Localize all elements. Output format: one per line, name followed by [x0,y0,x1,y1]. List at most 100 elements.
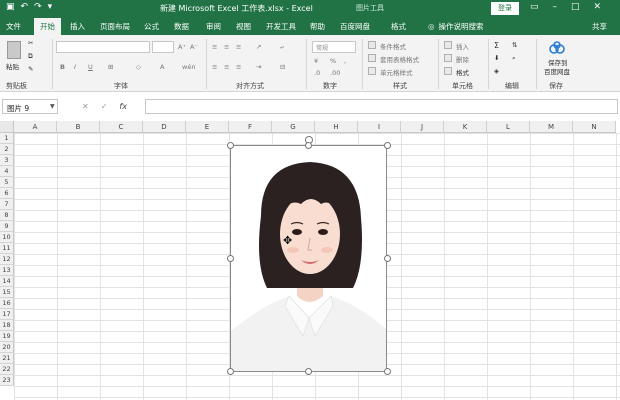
resize-handle-top-right[interactable] [384,142,391,149]
paste-label[interactable]: 粘贴 [6,61,19,71]
row-header[interactable]: 8 [0,210,14,221]
resize-handle-bottom-left[interactable] [227,368,234,375]
cancel-icon[interactable]: ✕ [82,102,89,111]
tab-developer[interactable]: 开发工具 [266,21,296,32]
minimize-icon[interactable]: – [553,2,558,12]
column-header[interactable]: N [573,121,616,133]
row-header[interactable]: 14 [0,276,14,287]
close-icon[interactable]: ✕ [594,2,602,12]
column-header[interactable]: H [315,121,358,133]
portrait-picture[interactable] [230,145,387,372]
cut-icon[interactable]: ✂ [28,39,33,47]
font-size-select[interactable] [152,41,174,53]
tab-home[interactable]: 开始 [34,18,61,35]
tell-me-search[interactable]: ◎ 操作说明搜索 [428,21,484,32]
tab-insert[interactable]: 插入 [70,21,85,32]
merge-cells-icon[interactable]: ⊟ [280,63,285,71]
orientation-icon[interactable]: ↗ [256,43,261,51]
column-header[interactable]: K [444,121,487,133]
italic-icon[interactable]: I [74,63,76,71]
row-header[interactable]: 20 [0,342,14,353]
align-left-icon[interactable]: ≡ [212,63,217,71]
number-format-select[interactable]: 常规 [312,41,356,53]
row-header[interactable]: 2 [0,144,14,155]
undo-icon[interactable]: ↶ [21,2,29,12]
tab-page-layout[interactable]: 页面布局 [100,21,130,32]
column-header[interactable]: A [14,121,57,133]
indent-icon[interactable]: ⇥ [256,63,261,71]
currency-icon[interactable]: ¥ [314,57,318,65]
table-format-button[interactable]: 套用表格格式 [380,54,419,64]
comma-icon[interactable]: , [344,57,346,65]
tab-format[interactable]: 格式 [391,21,406,32]
column-header[interactable]: G [272,121,315,133]
autosum-icon[interactable]: Σ [494,41,499,50]
percent-icon[interactable]: % [330,57,336,65]
fill-icon[interactable]: ⬇ [494,54,499,62]
row-header[interactable]: 22 [0,364,14,375]
row-header[interactable]: 12 [0,254,14,265]
cell-styles-button[interactable]: 单元格样式 [380,67,413,77]
column-header[interactable]: M [530,121,573,133]
customize-icon[interactable]: ▾ [48,2,53,12]
align-bottom-icon[interactable]: ≡ [236,43,241,51]
tab-formulas[interactable]: 公式 [144,21,159,32]
resize-handle-left[interactable] [227,255,234,262]
column-header[interactable]: C [100,121,143,133]
row-header[interactable]: 6 [0,188,14,199]
fill-color-icon[interactable]: ◇ [136,63,141,71]
resize-handle-top[interactable] [305,142,312,149]
row-header[interactable]: 4 [0,166,14,177]
font-shrink-icon[interactable]: A⁻ [190,43,198,51]
decrease-decimal-icon[interactable]: .00 [330,69,340,77]
column-header[interactable]: J [401,121,444,133]
column-header[interactable]: D [143,121,186,133]
resize-handle-bottom-right[interactable] [384,368,391,375]
align-middle-icon[interactable]: ≡ [224,43,229,51]
column-header[interactable]: L [487,121,530,133]
tab-view[interactable]: 视图 [236,21,251,32]
row-header[interactable]: 1 [0,133,14,144]
login-button[interactable]: 登录 [491,2,519,15]
phonetic-icon[interactable]: wén [182,63,195,71]
save-icon[interactable]: ▣ [6,2,15,12]
maximize-icon[interactable]: □ [571,2,580,12]
copy-icon[interactable]: ⧉ [28,52,33,61]
insert-function-icon[interactable]: fx [119,102,127,111]
select-all-corner[interactable] [0,121,14,133]
format-painter-icon[interactable]: ✎ [28,65,33,73]
format-cells-button[interactable]: 格式 [456,67,469,77]
row-header[interactable]: 23 [0,375,14,386]
row-header[interactable]: 5 [0,177,14,188]
find-select-icon[interactable]: ⌕ [512,54,516,63]
row-header[interactable]: 9 [0,221,14,232]
align-right-icon[interactable]: ≡ [236,63,241,71]
column-header[interactable]: B [57,121,100,133]
baidu-netdisk-icon[interactable] [548,41,566,55]
row-header[interactable]: 16 [0,298,14,309]
row-header[interactable]: 10 [0,232,14,243]
resize-handle-bottom[interactable] [305,368,312,375]
column-header[interactable]: E [186,121,229,133]
row-header[interactable]: 3 [0,155,14,166]
enter-icon[interactable]: ✓ [101,102,108,111]
bold-icon[interactable]: B [60,63,65,71]
align-center-icon[interactable]: ≡ [224,63,229,71]
tab-baidu-netdisk[interactable]: 百度网盘 [340,21,370,32]
clear-icon[interactable]: ◈ [494,67,499,75]
tab-review[interactable]: 审阅 [206,21,221,32]
underline-icon[interactable]: U [88,63,93,71]
row-header[interactable]: 18 [0,320,14,331]
row-header[interactable]: 13 [0,265,14,276]
wrap-text-icon[interactable]: ⤶ [280,43,284,52]
sort-filter-icon[interactable]: ⇅ [512,41,517,49]
tab-data[interactable]: 数据 [174,21,189,32]
redo-icon[interactable]: ↷ [34,2,42,12]
conditional-format-button[interactable]: 条件格式 [380,41,406,51]
column-header[interactable]: I [358,121,401,133]
save-to-cloud-line2[interactable]: 百度网盘 [544,66,570,76]
font-color-icon[interactable]: A [160,63,164,71]
font-name-select[interactable] [56,41,150,53]
tab-file[interactable]: 文件 [6,21,21,32]
row-header[interactable]: 15 [0,287,14,298]
